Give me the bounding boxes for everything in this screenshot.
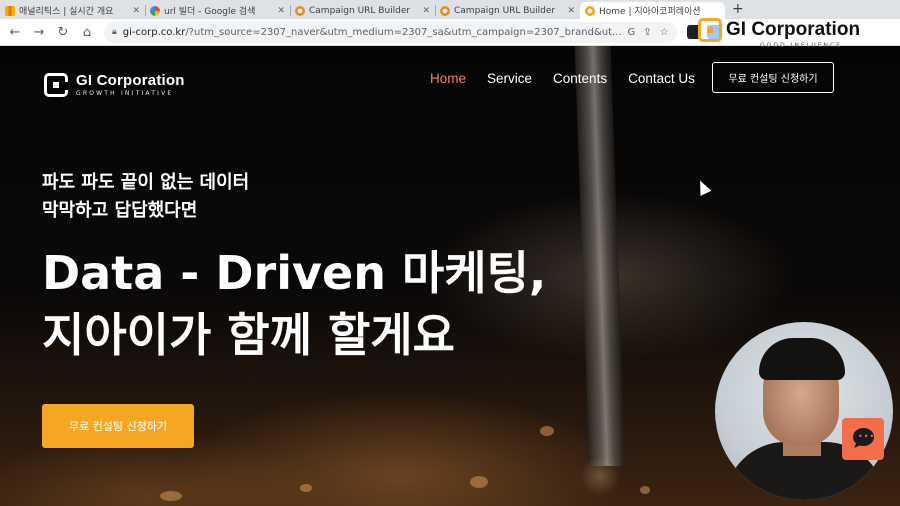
- hero-title: Data - Driven 마케팅, 지아이가 함께 할게요: [42, 242, 546, 366]
- browser-tab-bar: 애널리틱스 | 실시간 개요 ✕ url 빌더 - Google 검색 ✕ Ca…: [0, 0, 900, 19]
- google-icon: [150, 5, 160, 16]
- free-consulting-button[interactable]: 무료 컨설팅 신청하기: [42, 404, 194, 448]
- gi-logo-icon: [44, 72, 68, 97]
- webcam-overlay: [715, 322, 893, 500]
- nav-service[interactable]: Service: [487, 71, 532, 86]
- dust-particle: [540, 426, 554, 436]
- share-icon[interactable]: ⇪: [643, 27, 651, 38]
- hero-title-line-1: Data - Driven 마케팅,: [42, 246, 547, 300]
- dust-particle: [160, 491, 182, 501]
- site-nav: Home Service Contents Contact Us: [430, 71, 695, 86]
- gi-overlay-logo-icon: [698, 18, 722, 42]
- forward-icon[interactable]: →: [28, 21, 50, 43]
- overlay-brand-logo: GI Corporation: [698, 18, 860, 42]
- site-logo[interactable]: GI Corporation GROWTH INITIATIVE: [44, 72, 185, 97]
- nav-contents[interactable]: Contents: [553, 71, 607, 86]
- tab-home[interactable]: Home | 지아이코퍼레이션: [580, 2, 725, 19]
- webcam-person-hair: [759, 338, 845, 380]
- analytics-icon: [5, 5, 15, 16]
- chat-dots-icon: •••: [858, 432, 876, 441]
- bookmark-star-icon[interactable]: ☆: [660, 27, 669, 38]
- tab-label: Campaign URL Builder: [454, 5, 556, 16]
- gear-icon: [295, 5, 305, 16]
- hero-subtitle: 파도 파도 끝이 없는 데이터 막막하고 답답했다면: [42, 169, 249, 225]
- home-icon: [585, 5, 595, 16]
- home-button-icon[interactable]: ⌂: [76, 21, 98, 43]
- tab-campaign-url-builder[interactable]: Campaign URL Builder ✕: [290, 2, 435, 19]
- tab-campaign-url-builder-2[interactable]: Campaign URL Builder ✕: [435, 2, 580, 19]
- dust-particle: [300, 484, 312, 492]
- hero-subtitle-line-1: 파도 파도 끝이 없는 데이터: [42, 172, 250, 193]
- close-icon[interactable]: ✕: [277, 6, 285, 16]
- lock-icon[interactable]: 🔒︎: [112, 27, 117, 37]
- hero-subtitle-line-2: 막막하고 답답했다면: [42, 200, 198, 221]
- tab-label: url 빌더 - Google 검색: [164, 7, 256, 17]
- tab-label: Home | 지아이코퍼레이션: [599, 7, 701, 17]
- nav-contact-us[interactable]: Contact Us: [628, 71, 695, 86]
- overlay-brand-subtitle: GOOD INFLUENCE: [760, 42, 843, 49]
- back-icon[interactable]: ←: [4, 21, 26, 43]
- overlay-brand-name: GI Corporation: [726, 19, 861, 40]
- tab-label: 애널리틱스 | 실시간 개요: [19, 7, 114, 17]
- new-tab-button[interactable]: +: [725, 1, 751, 19]
- logo-name: GI Corporation: [76, 72, 185, 89]
- gear-icon: [440, 5, 450, 16]
- google-lens-icon[interactable]: G: [628, 27, 636, 38]
- hero-title-line-2: 지아이가 함께 할게요: [42, 308, 455, 362]
- dust-particle: [470, 476, 488, 488]
- logo-subtitle: GROWTH INITIATIVE: [76, 90, 174, 97]
- tab-analytics[interactable]: 애널리틱스 | 실시간 개요 ✕: [0, 2, 145, 19]
- address-bar[interactable]: 🔒︎ gi-corp.co.kr/?utm_source=2307_naver&…: [104, 21, 677, 43]
- close-icon[interactable]: ✕: [132, 6, 140, 16]
- reload-icon[interactable]: ↻: [52, 21, 74, 43]
- dust-particle: [640, 486, 650, 494]
- hero-background-dust: [580, 456, 620, 496]
- hero-background-blade: [574, 46, 626, 466]
- close-icon[interactable]: ✕: [422, 6, 430, 16]
- nav-home[interactable]: Home: [430, 71, 466, 86]
- free-consulting-button-header[interactable]: 무료 컨설팅 신청하기: [712, 62, 834, 93]
- url-path: /?utm_source=2307_naver&utm_medium=2307_…: [185, 26, 622, 38]
- url-host: gi-corp.co.kr: [122, 26, 186, 38]
- tab-google-search[interactable]: url 빌더 - Google 검색 ✕: [145, 2, 290, 19]
- close-icon[interactable]: ✕: [567, 6, 575, 16]
- url-text: gi-corp.co.kr/?utm_source=2307_naver&utm…: [123, 27, 622, 38]
- tab-label: Campaign URL Builder: [309, 5, 411, 16]
- mouse-cursor-icon: [694, 178, 712, 196]
